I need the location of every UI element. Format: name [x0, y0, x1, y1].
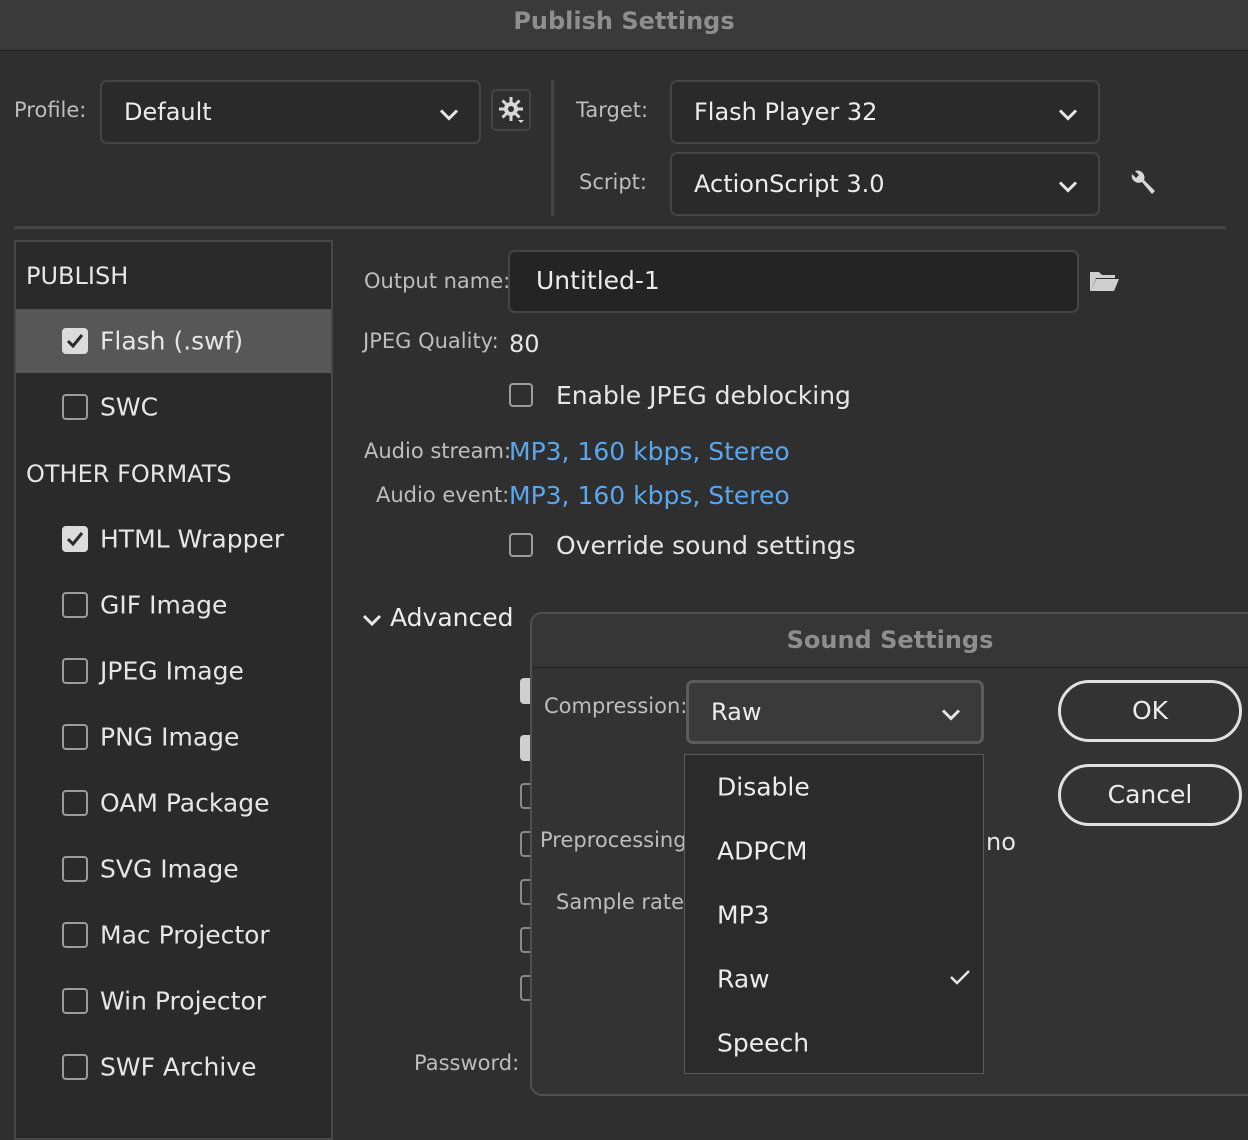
- format-item-svg-image[interactable]: SVG Image: [16, 837, 331, 901]
- chevron-down-icon: [1058, 170, 1078, 199]
- flash-swf-checkbox[interactable]: [62, 328, 88, 354]
- jpeg-deblocking-label: Enable JPEG deblocking: [556, 381, 851, 410]
- window-title: Publish Settings: [0, 0, 1248, 51]
- checkmark-icon: [949, 968, 971, 990]
- audio-event-label: Audio event:: [376, 483, 510, 507]
- hidden-checkbox[interactable]: [520, 879, 530, 905]
- override-sound-checkbox[interactable]: [509, 533, 533, 557]
- audio-stream-link[interactable]: MP3, 160 kbps, Stereo: [509, 437, 790, 466]
- format-item-html-wrapper[interactable]: HTML Wrapper: [16, 507, 331, 571]
- menu-item-speech[interactable]: Speech: [685, 1011, 983, 1075]
- jpeg-image-checkbox[interactable]: [62, 658, 88, 684]
- vertical-divider: [551, 80, 554, 216]
- gif-image-checkbox[interactable]: [62, 592, 88, 618]
- script-value: ActionScript 3.0: [694, 170, 885, 198]
- format-item-label: SVG Image: [100, 854, 239, 884]
- password-label: Password:: [414, 1051, 520, 1075]
- format-item-win-projector[interactable]: Win Projector: [16, 969, 331, 1033]
- menu-item-label: ADPCM: [717, 836, 808, 866]
- folder-icon[interactable]: [1088, 268, 1120, 298]
- hidden-checkbox[interactable]: [520, 975, 530, 1001]
- format-item-label: OAM Package: [100, 788, 270, 818]
- horizontal-divider: [14, 226, 1226, 229]
- format-item-swc[interactable]: SWC: [16, 375, 331, 439]
- jpeg-quality-value[interactable]: 80: [509, 330, 540, 358]
- compression-select[interactable]: Raw: [686, 680, 984, 744]
- swf-archive-checkbox[interactable]: [62, 1054, 88, 1080]
- format-item-label: Mac Projector: [100, 920, 270, 950]
- svg-image-checkbox[interactable]: [62, 856, 88, 882]
- wrench-icon[interactable]: [1128, 168, 1158, 202]
- script-label: Script:: [579, 170, 647, 194]
- chevron-down-icon: [941, 698, 961, 727]
- chevron-down-icon: [1058, 98, 1078, 127]
- hidden-checkbox[interactable]: [520, 927, 530, 953]
- preprocessing-value-partial: no: [986, 828, 1016, 856]
- audio-stream-label: Audio stream:: [364, 439, 512, 463]
- override-sound-label: Override sound settings: [556, 531, 856, 560]
- jpeg-deblocking-checkbox[interactable]: [509, 383, 533, 407]
- format-item-jpeg-image[interactable]: JPEG Image: [16, 639, 331, 703]
- format-item-flash-swf[interactable]: Flash (.swf): [16, 309, 331, 373]
- target-label: Target:: [576, 98, 649, 122]
- profile-options-button[interactable]: [491, 89, 531, 131]
- other-formats-section-header: OTHER FORMATS: [26, 460, 232, 488]
- menu-item-label: Disable: [717, 772, 810, 802]
- output-name-label: Output name:: [364, 269, 511, 293]
- swc-checkbox[interactable]: [62, 394, 88, 420]
- format-item-png-image[interactable]: PNG Image: [16, 705, 331, 769]
- html-wrapper-checkbox[interactable]: [62, 526, 88, 552]
- compression-label: Compression:: [544, 694, 688, 718]
- compression-value: Raw: [711, 698, 762, 726]
- format-item-label: SWC: [100, 392, 159, 422]
- script-select[interactable]: ActionScript 3.0: [670, 152, 1100, 216]
- gear-icon: [497, 95, 527, 129]
- menu-item-label: MP3: [717, 900, 770, 930]
- format-item-label: Win Projector: [100, 986, 267, 1016]
- format-item-label: Flash (.swf): [100, 326, 244, 356]
- menu-item-adpcm[interactable]: ADPCM: [685, 819, 983, 883]
- audio-event-link[interactable]: MP3, 160 kbps, Stereo: [509, 481, 790, 510]
- advanced-label: Advanced: [390, 603, 514, 632]
- jpeg-quality-label: JPEG Quality:: [363, 329, 499, 353]
- format-item-swf-archive[interactable]: SWF Archive: [16, 1035, 331, 1099]
- format-item-label: SWF Archive: [100, 1052, 257, 1082]
- hidden-checkbox[interactable]: [520, 735, 530, 761]
- target-value: Flash Player 32: [694, 98, 878, 126]
- hidden-checkbox[interactable]: [520, 831, 530, 857]
- hidden-checkbox[interactable]: [520, 678, 530, 704]
- dialog-title: Sound Settings: [532, 614, 1248, 668]
- cancel-button[interactable]: Cancel: [1058, 764, 1242, 826]
- mac-projector-checkbox[interactable]: [62, 922, 88, 948]
- ok-button[interactable]: OK: [1058, 680, 1242, 742]
- chevron-down-icon: [439, 98, 459, 127]
- preprocessing-label: Preprocessing:: [540, 828, 694, 852]
- publish-section-header: PUBLISH: [26, 262, 129, 290]
- menu-item-mp3[interactable]: MP3: [685, 883, 983, 947]
- compression-dropdown-menu: Disable ADPCM MP3 Raw Speech: [684, 754, 984, 1074]
- menu-item-label: Speech: [717, 1028, 810, 1058]
- chevron-down-icon: [362, 612, 382, 631]
- profile-value: Default: [124, 98, 212, 126]
- oam-package-checkbox[interactable]: [62, 790, 88, 816]
- format-item-oam-package[interactable]: OAM Package: [16, 771, 331, 835]
- profile-label: Profile:: [14, 98, 87, 122]
- menu-item-label: Raw: [717, 964, 770, 994]
- profile-select[interactable]: Default: [100, 80, 481, 144]
- target-select[interactable]: Flash Player 32: [670, 80, 1100, 144]
- format-item-label: PNG Image: [100, 722, 240, 752]
- win-projector-checkbox[interactable]: [62, 988, 88, 1014]
- format-item-label: HTML Wrapper: [100, 524, 285, 554]
- png-image-checkbox[interactable]: [62, 724, 88, 750]
- format-item-mac-projector[interactable]: Mac Projector: [16, 903, 331, 967]
- format-item-label: JPEG Image: [100, 656, 244, 686]
- format-item-gif-image[interactable]: GIF Image: [16, 573, 331, 637]
- sample-rate-label: Sample rate:: [556, 890, 692, 914]
- format-list-panel: PUBLISH Flash (.swf) SWC OTHER FORMATS H…: [14, 240, 333, 1140]
- hidden-checkbox[interactable]: [520, 783, 530, 809]
- menu-item-raw[interactable]: Raw: [685, 947, 983, 1011]
- output-name-input[interactable]: Untitled-1: [508, 250, 1079, 313]
- format-item-label: GIF Image: [100, 590, 228, 620]
- menu-item-disable[interactable]: Disable: [685, 755, 983, 819]
